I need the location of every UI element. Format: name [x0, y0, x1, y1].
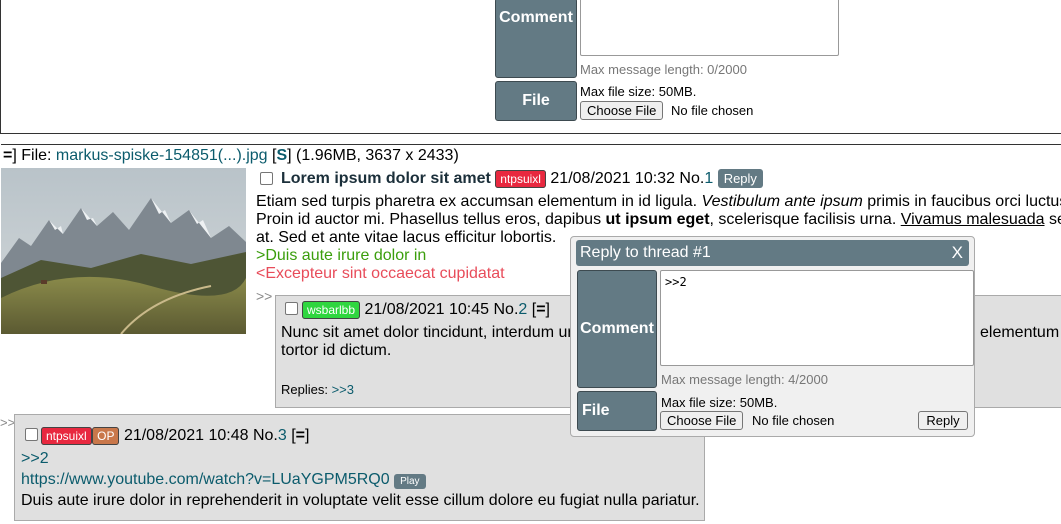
post-datetime: 21/08/2021 10:48	[123, 427, 249, 444]
max-message-length: Max message length: 0/2000	[580, 62, 747, 77]
poster-id-badge[interactable]: ntpsuixl	[41, 427, 92, 445]
play-button[interactable]: Play	[394, 474, 426, 489]
post2-checkbox[interactable]	[285, 302, 298, 315]
op-badge: OP	[92, 427, 120, 445]
post-datetime: 21/08/2021 10:45	[364, 301, 490, 318]
file-meta: (1.96MB, 3637 x 2433)	[296, 147, 459, 164]
post2-replies: Replies: >>3	[281, 382, 355, 397]
poster-id-badge[interactable]: ntpsuixl	[495, 170, 546, 188]
youtube-link[interactable]: https://www.youtube.com/watch?v=LUaYGPM5…	[21, 471, 390, 488]
comment-textarea[interactable]: >>2	[660, 270, 974, 366]
file-label: File	[495, 81, 577, 121]
op-header: Lorem ipsum dolor sit amet ntpsuixl 21/0…	[281, 169, 763, 188]
post-number-link[interactable]: 1	[704, 170, 713, 187]
post2-body-line1-tail: elementum jus	[980, 324, 1061, 341]
post2-header: wsbarlbb 21/08/2021 10:45 No.2 [=]	[302, 301, 550, 319]
embed-row: https://www.youtube.com/watch?v=LUaYGPM5…	[21, 471, 426, 489]
quick-reply-title: Reply to thread #1	[580, 244, 711, 261]
close-icon[interactable]: X	[952, 243, 963, 263]
reply-button[interactable]: Reply	[717, 169, 763, 188]
file-toggle[interactable]: =	[3, 147, 12, 164]
post-number-link[interactable]: 3	[278, 427, 287, 444]
reply-arrow: >>	[256, 288, 273, 304]
backlink[interactable]: >>3	[332, 382, 354, 397]
post-menu[interactable]: =	[296, 427, 305, 444]
choose-file-button[interactable]: Choose File	[660, 411, 744, 430]
op-checkbox[interactable]	[260, 172, 273, 185]
poster-id-badge[interactable]: wsbarlbb	[302, 301, 361, 319]
no-file-chosen: No file chosen	[752, 413, 835, 428]
file-link[interactable]: markus-spiske-154851(...).jpg	[56, 147, 268, 164]
max-message-length: Max message length: 4/2000	[661, 372, 828, 387]
choose-file-button[interactable]: Choose File	[580, 101, 664, 120]
file-label: File	[577, 391, 657, 431]
reply-arrow: >>	[0, 415, 16, 430]
post-datetime: 21/08/2021 10:32	[550, 170, 675, 187]
mountain-landscape-image	[1, 168, 246, 334]
quick-reply-window: Reply to thread #1 X Comment >>2 Max mes…	[570, 236, 975, 437]
op-subject: Lorem ipsum dolor sit amet	[281, 170, 491, 187]
op-file-info: =] File: markus-spiske-154851(...).jpg […	[1, 144, 1061, 165]
post3-header: ntpsuixl OP 21/08/2021 10:48 No.3 [=]	[41, 427, 309, 445]
post2-body-line1: Nunc sit amet dolor tincidunt, interdum …	[281, 324, 573, 341]
file-search-link[interactable]: S	[276, 147, 287, 164]
post3-body: Duis aute irure dolor in reprehenderit i…	[21, 492, 700, 509]
max-file-size: Max file size: 50MB.	[661, 395, 778, 410]
comment-label: Comment	[495, 0, 577, 78]
quote-link[interactable]: >>2	[21, 450, 49, 468]
post3-checkbox[interactable]	[25, 428, 38, 441]
reply-submit-button[interactable]: Reply	[918, 411, 968, 430]
quick-reply-titlebar[interactable]: Reply to thread #1 X	[576, 240, 969, 266]
comment-textarea[interactable]	[580, 0, 839, 56]
post2-body-line2: tortor id dictum.	[281, 342, 392, 359]
post-number-link[interactable]: 2	[518, 301, 527, 318]
comment-label: Comment	[577, 270, 657, 388]
max-file-size: Max file size: 50MB.	[580, 84, 697, 99]
no-file-chosen: No file chosen	[671, 103, 754, 118]
op-thumbnail[interactable]	[1, 168, 246, 334]
post-menu[interactable]: =	[536, 301, 545, 318]
post-form: Comment Max message length: 0/2000 File …	[0, 0, 1061, 134]
